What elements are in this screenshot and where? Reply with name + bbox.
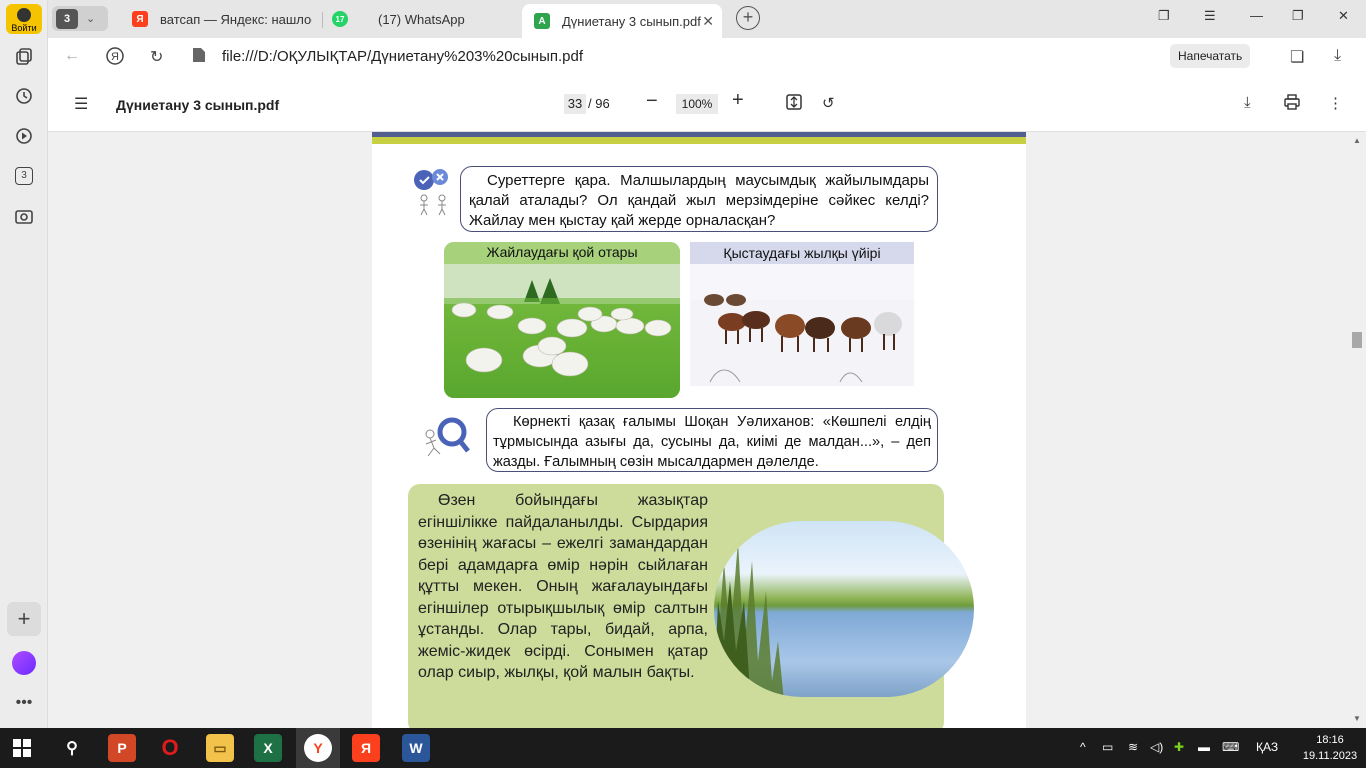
menu-icon[interactable]: ☰ xyxy=(1204,8,1216,24)
sheep-flock-image: Жайлаудағы қой отары xyxy=(444,242,680,398)
powerpoint-icon[interactable]: P xyxy=(108,734,136,762)
search-icon[interactable]: ⚲ xyxy=(58,734,86,762)
file-icon xyxy=(192,47,206,68)
page-total: / 96 xyxy=(588,96,610,111)
vertical-scrollbar[interactable]: ▲ ▼ xyxy=(1348,132,1366,728)
magnifier-research-icon xyxy=(425,417,470,457)
yandex-browser-icon[interactable]: Y xyxy=(304,734,332,762)
login-button[interactable]: Войти xyxy=(6,4,42,34)
tab-yandex-search[interactable]: Я ватсап — Яндекс: нашлос xyxy=(132,4,312,34)
close-tab-icon[interactable]: ✕ xyxy=(702,13,714,30)
download-icon[interactable]: ⤓ xyxy=(1244,94,1251,111)
time: 18:16 xyxy=(1316,734,1344,746)
print-icon[interactable] xyxy=(1284,94,1300,114)
file-explorer-icon[interactable]: ▭ xyxy=(206,734,234,762)
restore-icon[interactable]: ❐ xyxy=(1292,8,1304,24)
add-panel-button[interactable]: + xyxy=(7,602,41,636)
whatsapp-favicon-icon: 17 xyxy=(332,11,348,27)
more-icon[interactable]: ••• xyxy=(12,694,36,712)
new-tab-button[interactable]: + xyxy=(736,6,760,30)
zoom-input[interactable]: 100% xyxy=(676,94,718,114)
page-number-input[interactable]: 33 xyxy=(564,94,586,114)
question-bubble-1: Суреттерге қара. Малшылардың маусымдық ж… xyxy=(460,166,938,232)
bookmarks-icon[interactable]: ❏ xyxy=(1290,47,1304,67)
date: 19.11.2023 xyxy=(1302,750,1358,762)
question-bubble-2: Көрнекті қазақ ғалымы Шоқан Уәлиханов: «… xyxy=(486,408,938,472)
zoom-in-button[interactable]: + xyxy=(732,89,744,112)
clock[interactable]: 18:16 19.11.2023 xyxy=(1300,732,1360,764)
info-paragraph: Өзен бойындағы жазықтар егіншілікке пайд… xyxy=(418,492,708,681)
rotate-icon[interactable]: ↺ xyxy=(822,94,835,112)
document-favicon-icon: A xyxy=(534,13,550,29)
opera-icon[interactable]: O xyxy=(156,734,184,762)
word-icon[interactable]: W xyxy=(402,734,430,762)
video-play-icon[interactable] xyxy=(13,125,35,147)
pdf-toolbar: ☰ Дүниетану 3 сынып.pdf 33 / 96 − 100% +… xyxy=(48,76,1366,132)
screenshot-icon[interactable] xyxy=(13,205,35,227)
volume-icon[interactable]: ◁) xyxy=(1150,740,1163,754)
minimize-icon[interactable]: — xyxy=(1250,8,1263,23)
language-indicator[interactable]: ҚАЗ xyxy=(1256,740,1278,754)
chevron-down-icon: ⌄ xyxy=(86,13,96,25)
tab-count: 3 xyxy=(56,8,78,29)
svg-text:Я: Я xyxy=(111,51,119,63)
collections-icon[interactable] xyxy=(13,46,35,68)
scroll-up-icon[interactable]: ▲ xyxy=(1353,136,1361,145)
sidebar-badge: 3 xyxy=(15,167,33,185)
hamburger-menu-icon[interactable]: ☰ xyxy=(74,94,88,114)
alice-assistant-icon[interactable] xyxy=(12,651,36,675)
history-icon[interactable] xyxy=(13,85,35,107)
tab-pdf[interactable]: A Дүниетану 3 сынып.pdf ✕ xyxy=(522,4,722,38)
zoom-out-button[interactable]: − xyxy=(646,90,658,113)
windows-taskbar: ⚲ P O ▭ X Y Я W ^ ▭ ≋ ◁) ✚ ▬ ⌨ ҚАЗ 18:16… xyxy=(0,728,1366,768)
yandex-favicon-icon: Я xyxy=(132,11,148,27)
excel-icon[interactable]: X xyxy=(254,734,282,762)
more-options-icon[interactable]: ⋮ xyxy=(1328,94,1343,112)
tab-label: ватсап — Яндекс: нашлос xyxy=(160,11,312,27)
question-2-text: Көрнекті қазақ ғалымы Шоқан Уәлиханов: «… xyxy=(493,414,931,470)
downloads-icon[interactable]: ⤓ xyxy=(1334,47,1341,65)
battery-icon[interactable]: ▭ xyxy=(1102,740,1113,754)
login-label: Войти xyxy=(11,23,37,33)
print-button[interactable]: Напечатать xyxy=(1170,44,1251,68)
app-tray-icon[interactable]: ✚ xyxy=(1174,740,1184,754)
reload-icon[interactable]: ↻ xyxy=(150,47,163,67)
browser-sidebar: Войти 3 + ••• xyxy=(0,0,48,728)
url-field[interactable]: file:///D:/ОҚУЛЫҚТАР/Дүниетану%203%20сын… xyxy=(222,48,583,65)
tab-strip: 3 ⌄ Я ватсап — Яндекс: нашлос 17 (17) Wh… xyxy=(48,0,1366,38)
discussion-icon xyxy=(414,169,448,216)
back-icon[interactable]: ← xyxy=(64,47,80,65)
pdf-viewer[interactable]: Суреттерге қара. Малшылардың маусымдық ж… xyxy=(48,132,1348,728)
tab-label: (17) WhatsApp xyxy=(378,11,465,27)
keyboard-icon[interactable]: ⌨ xyxy=(1222,740,1239,754)
close-window-icon[interactable]: ✕ xyxy=(1338,8,1349,24)
windows-start-icon[interactable] xyxy=(8,734,36,762)
notes-icon[interactable]: ▬ xyxy=(1198,740,1210,754)
horse-herd-image: Қыстаудағы жылқы үйірі xyxy=(690,242,914,386)
scroll-thumb[interactable] xyxy=(1352,332,1362,348)
avatar-icon xyxy=(17,8,31,22)
tab-count-icon[interactable]: 3 xyxy=(13,165,35,187)
tab-manager-icon[interactable]: ❐ xyxy=(1158,8,1170,24)
yandex-home-icon[interactable]: Я xyxy=(106,47,124,70)
tab-counter-button[interactable]: 3 ⌄ xyxy=(52,6,108,31)
tab-label: Дүниетану 3 сынып.pdf xyxy=(562,13,701,29)
pdf-page: Суреттерге қара. Малшылардың маусымдық ж… xyxy=(372,132,1026,728)
tray-chevron-icon[interactable]: ^ xyxy=(1080,740,1086,754)
tab-whatsapp[interactable]: 17 (17) WhatsApp xyxy=(332,4,512,34)
fit-page-icon[interactable] xyxy=(786,94,802,114)
address-bar: ← Я ↻ file:///D:/ОҚУЛЫҚТАР/Дүниетану%203… xyxy=(48,38,1366,76)
scroll-down-icon[interactable]: ▼ xyxy=(1353,714,1361,723)
question-1-text: Суреттерге қара. Малшылардың маусымдық ж… xyxy=(469,172,929,229)
pdf-title: Дүниетану 3 сынып.pdf xyxy=(116,97,280,113)
yandex-icon[interactable]: Я xyxy=(352,734,380,762)
wifi-icon[interactable]: ≋ xyxy=(1128,740,1138,754)
river-image xyxy=(714,521,974,697)
